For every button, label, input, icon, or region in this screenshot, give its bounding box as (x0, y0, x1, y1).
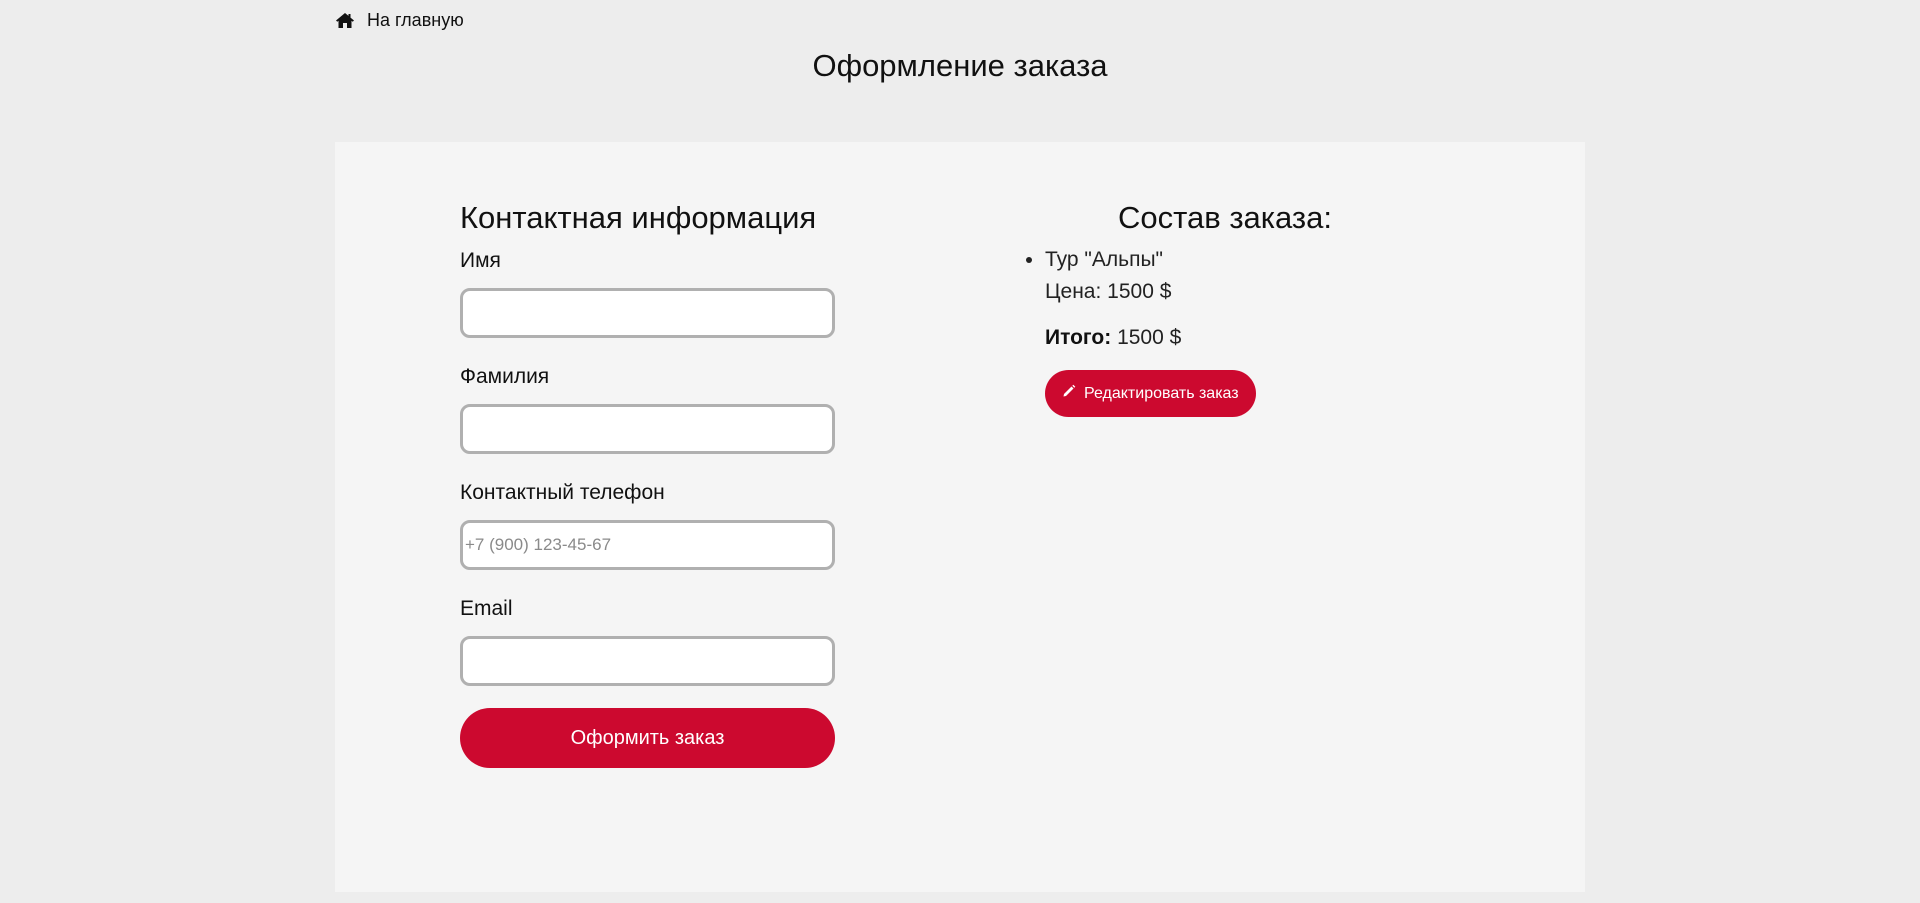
email-label: Email (460, 597, 513, 620)
order-total-label: Итого: (1045, 326, 1112, 349)
order-item-name: Тур "Альпы" (1045, 248, 1164, 271)
list-item: Тур "Альпы" Цена: 1500 $ (1045, 244, 1385, 308)
page-title: Оформление заказа (812, 48, 1108, 83)
home-link[interactable]: На главную (335, 10, 464, 31)
last-name-input[interactable] (460, 404, 835, 454)
home-link-label: На главную (367, 10, 464, 30)
pencil-icon (1062, 384, 1076, 403)
home-icon (335, 12, 355, 29)
email-input[interactable] (460, 636, 835, 686)
contact-form: Контактная информация Имя Фамилия Контак… (460, 198, 840, 768)
first-name-input[interactable] (460, 288, 835, 338)
order-item-price: Цена: 1500 $ (1045, 280, 1172, 303)
phone-input[interactable] (460, 520, 835, 570)
order-summary: Состав заказа: Тур "Альпы" Цена: 1500 $ … (1025, 198, 1385, 417)
last-name-label: Фамилия (460, 365, 550, 388)
contact-section-title: Контактная информация (460, 200, 817, 235)
phone-label: Контактный телефон (460, 481, 665, 504)
order-section-title: Состав заказа: (1118, 200, 1332, 235)
order-total-value: 1500 $ (1117, 326, 1182, 349)
order-total: Итого: 1500 $ (1045, 322, 1385, 354)
first-name-label: Имя (460, 249, 501, 272)
edit-order-label: Редактировать заказ (1084, 384, 1239, 402)
edit-order-button[interactable]: Редактировать заказ (1045, 370, 1256, 417)
checkout-panel: Контактная информация Имя Фамилия Контак… (335, 142, 1585, 892)
submit-order-button[interactable]: Оформить заказ (460, 708, 835, 768)
order-items-list: Тур "Альпы" Цена: 1500 $ (1025, 244, 1385, 308)
